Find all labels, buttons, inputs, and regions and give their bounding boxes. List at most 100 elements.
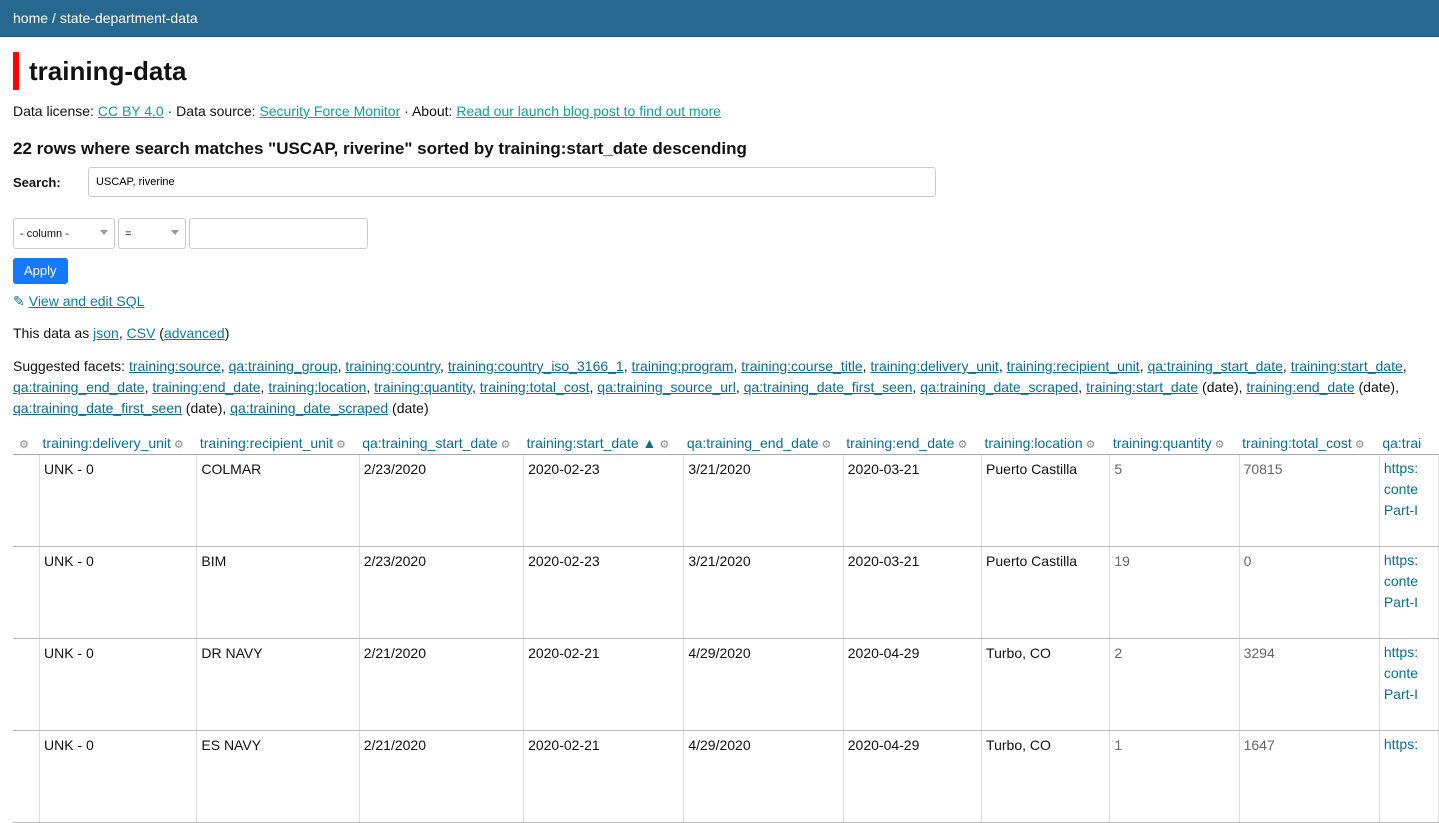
table-cell: 3294 — [1239, 638, 1380, 731]
gear-icon[interactable]: ⚙ — [336, 439, 346, 451]
export-csv-link[interactable]: CSV — [127, 325, 156, 341]
column-header-label[interactable]: training:location — [985, 435, 1083, 451]
search-input[interactable] — [88, 167, 936, 197]
column-header-label[interactable]: qa:trai — [1382, 435, 1421, 451]
facet-link[interactable]: qa:training_end_date — [13, 379, 145, 395]
table-row: UNK - 0 BIM 2/23/2020 2020-02-23 3/21/2020 20… — [13, 546, 1439, 639]
gear-icon[interactable]: ⚙ — [1355, 439, 1365, 451]
gear-icon[interactable]: ⚙ — [1086, 439, 1096, 451]
facet-link[interactable]: training:start_date — [1291, 358, 1403, 374]
export-json-link[interactable]: json — [93, 325, 119, 341]
gear-icon[interactable]: ⚙ — [501, 439, 511, 451]
facet-link[interactable]: training:course_title — [741, 358, 862, 374]
gear-icon[interactable]: ⚙ — [1215, 439, 1225, 451]
apply-button[interactable]: Apply — [13, 258, 68, 284]
facet-suffix: , — [623, 358, 628, 374]
facet-link[interactable]: training:total_cost — [480, 379, 590, 395]
chevron-down-icon — [100, 230, 108, 235]
breadcrumb-home-link[interactable]: home — [13, 10, 48, 26]
row-actions-header[interactable]: ⚙ — [13, 432, 40, 455]
about-label: About: — [411, 103, 453, 119]
column-header[interactable]: training:total_cost ⚙ — [1239, 432, 1380, 455]
column-header-label[interactable]: training:recipient_unit — [200, 435, 333, 451]
column-header[interactable]: training:quantity ⚙ — [1109, 432, 1240, 455]
facet-link[interactable]: qa:training_date_first_seen — [744, 379, 913, 395]
filter-value-input[interactable] — [189, 218, 368, 249]
table-cell[interactable]: https: conte Part-I — [1379, 454, 1439, 547]
column-select[interactable]: - column - — [13, 218, 115, 249]
breadcrumb-database-link[interactable]: state-department-data — [60, 10, 198, 26]
facet-suffix: , — [1282, 358, 1287, 374]
facet-suffix: , — [589, 379, 594, 395]
facet-link[interactable]: training:source — [129, 358, 221, 374]
facet-link[interactable]: training:delivery_unit — [870, 358, 998, 374]
export-advanced-link[interactable]: advanced — [164, 325, 225, 341]
gear-icon[interactable]: ⚙ — [957, 439, 967, 451]
facet-link[interactable]: qa:training_group — [229, 358, 338, 374]
facet-link[interactable]: qa:training_date_scraped — [230, 400, 388, 416]
facet-link[interactable]: training:location — [268, 379, 366, 395]
facets-label: Suggested facets: — [13, 358, 126, 374]
export-separator: , — [118, 325, 123, 341]
column-header[interactable]: training:location ⚙ — [981, 432, 1110, 455]
column-header[interactable]: training:end_date ⚙ — [843, 432, 982, 455]
column-header-label[interactable]: training:total_cost — [1242, 435, 1352, 451]
gear-icon[interactable]: ⚙ — [19, 439, 29, 451]
table-cell: COLMAR — [196, 454, 360, 547]
table-cell[interactable]: https: conte Part-I — [1379, 638, 1439, 731]
gear-icon[interactable]: ⚙ — [174, 439, 184, 451]
facet-suffix: (date), — [1198, 379, 1243, 395]
facet-link[interactable]: training:end_date — [1246, 379, 1354, 395]
column-header[interactable]: qa:trai — [1379, 432, 1439, 455]
table-cell[interactable]: https: conte Part-I — [1379, 546, 1439, 639]
facet-link[interactable]: training:end_date — [152, 379, 260, 395]
facet-link[interactable]: training:quantity — [374, 379, 472, 395]
column-header[interactable]: training:start_date ▲ ⚙ — [523, 432, 684, 455]
column-header-label[interactable]: training:quantity — [1113, 435, 1212, 451]
column-header[interactable]: qa:training_start_date ⚙ — [359, 432, 524, 455]
view-edit-sql-link[interactable]: View and edit SQL — [29, 293, 145, 309]
operator-select[interactable]: = — [118, 218, 186, 249]
table-cell: BIM — [196, 546, 360, 639]
column-header[interactable]: qa:training_end_date ⚙ — [683, 432, 844, 455]
facet-link[interactable]: training:program — [632, 358, 734, 374]
facet-link[interactable]: training:start_date — [1086, 379, 1198, 395]
column-header[interactable]: training:delivery_unit ⚙ — [39, 432, 197, 455]
facet-link[interactable]: training:country_iso_3166_1 — [448, 358, 624, 374]
table-cell: 2020-04-29 — [843, 638, 983, 731]
table-cell: 70815 — [1239, 454, 1380, 547]
metadata-line: Data license: CC BY 4.0 · Data source: S… — [13, 102, 1426, 120]
column-header-label[interactable]: qa:training_end_date — [687, 435, 819, 451]
facet-suffix: , — [998, 358, 1003, 374]
column-header-label[interactable]: training:delivery_unit — [43, 435, 171, 451]
meta-separator: · — [167, 103, 173, 119]
table-cell: 2020-02-23 — [523, 454, 685, 547]
table-wrapper[interactable]: ⚙ training:delivery_unit ⚙ training:recipie… — [0, 419, 1439, 823]
table-cell: 4/29/2020 — [683, 638, 844, 731]
gear-icon[interactable]: ⚙ — [821, 439, 831, 451]
column-header[interactable]: training:recipient_unit ⚙ — [196, 432, 360, 455]
pencil-icon: ✎ — [13, 293, 25, 309]
table-header-row: ⚙ training:delivery_unit ⚙ training:recipie… — [13, 432, 1439, 455]
gear-icon[interactable]: ⚙ — [659, 439, 669, 451]
table-cell: 2020-02-21 — [523, 638, 685, 731]
facet-link[interactable]: qa:training_date_scraped — [920, 379, 1078, 395]
facet-link[interactable]: training:recipient_unit — [1007, 358, 1140, 374]
table-cell: 3/21/2020 — [683, 546, 844, 639]
facet-link[interactable]: qa:training_source_url — [597, 379, 736, 395]
license-link[interactable]: CC BY 4.0 — [98, 103, 164, 119]
facet-link[interactable]: qa:training_date_first_seen — [13, 400, 182, 416]
column-header-label[interactable]: training:start_date ▲ — [527, 435, 657, 451]
facet-suffix: , — [144, 379, 149, 395]
table-cell: 2020-03-21 — [843, 546, 983, 639]
column-header-label[interactable]: qa:training_start_date — [362, 435, 497, 451]
source-link[interactable]: Security Force Monitor — [259, 103, 400, 119]
about-link[interactable]: Read our launch blog post to find out mo… — [456, 103, 721, 119]
chevron-down-icon — [171, 230, 179, 235]
table-cell: 2020-03-21 — [843, 454, 983, 547]
column-header-label[interactable]: training:end_date — [846, 435, 954, 451]
table-cell: 2020-02-23 — [523, 546, 685, 639]
page-title: training-data — [13, 51, 1426, 91]
facet-link[interactable]: qa:training_start_date — [1147, 358, 1282, 374]
facet-link[interactable]: training:country — [345, 358, 440, 374]
